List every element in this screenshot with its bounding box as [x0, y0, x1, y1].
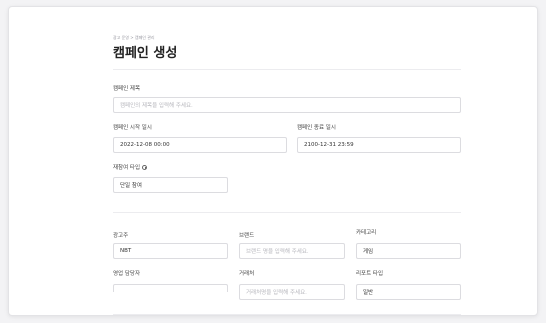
breadcrumb[interactable]: 광고 운영 > 캠페인 관리: [113, 35, 155, 41]
bottom-divider: [113, 314, 461, 315]
brand-input[interactable]: 브랜드 명을 입력해 주세요.: [239, 243, 345, 259]
sales-manager-select[interactable]: [113, 284, 228, 292]
client-input[interactable]: 거래처명을 입력해 주세요.: [239, 284, 345, 300]
advertiser-select[interactable]: NBT: [113, 243, 228, 259]
participant-type-label: 재참여 타입: [113, 163, 148, 171]
end-datetime-label: 캠페인 종료 일시: [297, 125, 336, 131]
client-label: 거래처: [239, 271, 255, 277]
start-datetime-input[interactable]: 2022-12-08 00:00: [113, 137, 287, 153]
participant-type-label-text: 재참여 타입: [113, 165, 141, 171]
campaign-title-label: 캠페인 제목: [113, 86, 141, 92]
sales-manager-label: 영업 담당자: [113, 271, 141, 277]
category-label: 카테고리: [356, 230, 377, 236]
campaign-title-input[interactable]: 캠페인의 제목을 입력해 주세요.: [113, 97, 461, 113]
advertiser-label: 광고주: [113, 233, 129, 239]
title-divider: [113, 69, 461, 70]
start-datetime-label: 캠페인 시작 일시: [113, 125, 152, 131]
end-datetime-input[interactable]: 2100-12-31 23:59: [297, 137, 461, 153]
info-icon[interactable]: [142, 164, 148, 170]
app-window: 광고 운영 > 캠페인 관리 캠페인 생성 캠페인 제목 캠페인의 제목을 입력…: [8, 6, 538, 316]
report-type-label: 리포트 타입: [356, 271, 384, 277]
brand-label: 브랜드: [239, 233, 255, 239]
category-select[interactable]: 게임: [356, 243, 461, 259]
page-title: 캠페인 생성: [113, 46, 178, 61]
report-type-select[interactable]: 일반: [356, 284, 461, 300]
participant-type-select[interactable]: 단일 참여: [113, 177, 228, 193]
section-divider: [113, 212, 461, 213]
